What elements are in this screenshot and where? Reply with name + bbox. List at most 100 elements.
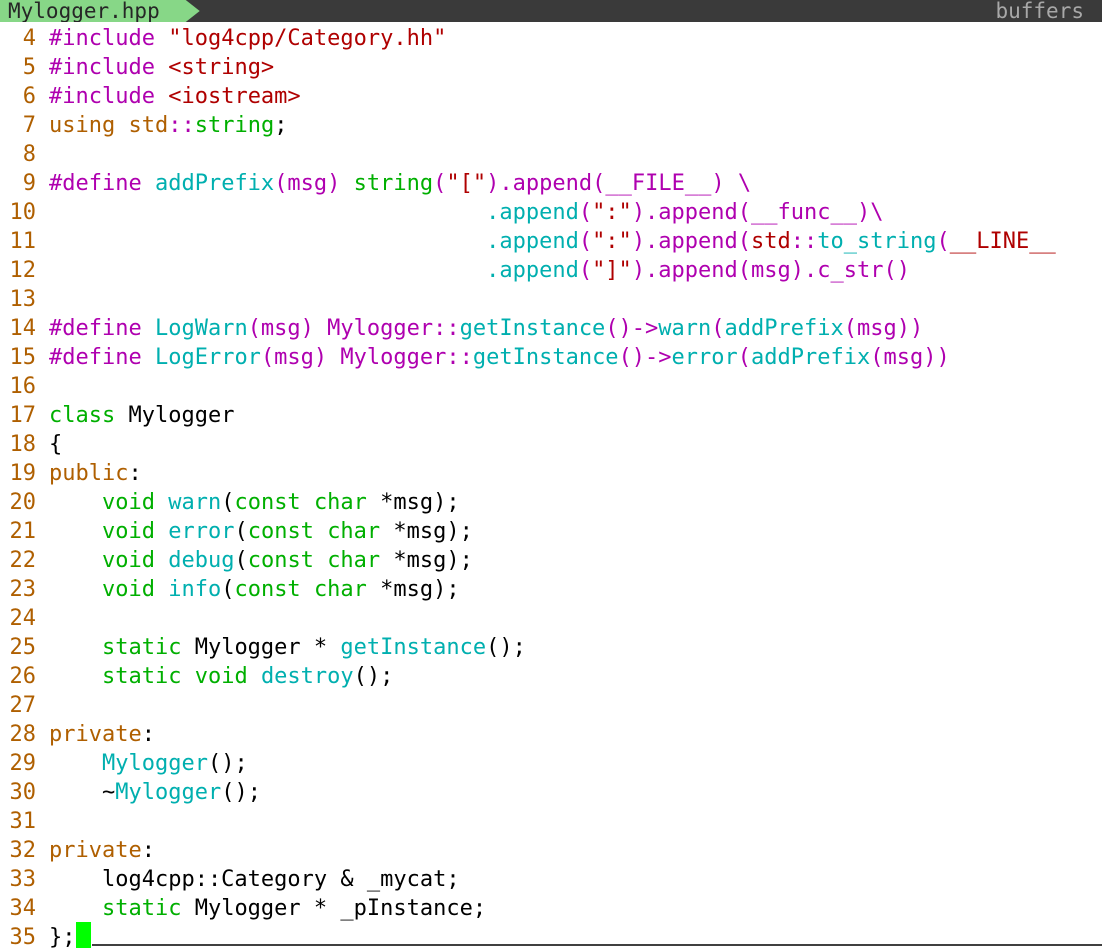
tabline: Mylogger.hpp buffers [0, 0, 1102, 22]
code-token: std [751, 229, 791, 254]
code-token: static [101, 896, 195, 921]
code-line[interactable]: 9 #define addPrefix(msg) string("[").appe… [0, 169, 1102, 198]
code-token: void [101, 490, 169, 515]
code-line[interactable]: 27 [0, 691, 1102, 720]
code-line[interactable]: 16 [0, 372, 1102, 401]
code-token: ( [221, 577, 235, 602]
code-line[interactable]: 22 void debug(const char *msg); [0, 546, 1102, 575]
code-line[interactable]: 29 Mylogger(); [0, 749, 1102, 778]
code-token: <string> [168, 55, 275, 80]
line-source: Mylogger(); [49, 749, 248, 778]
code-token: *msg); [393, 548, 473, 573]
code-token: static [101, 664, 195, 689]
code-line[interactable]: 7 using std::string; [0, 111, 1102, 140]
code-token: : [128, 461, 142, 486]
code-token: ~ [49, 780, 116, 805]
line-source: .append(":").append(__func__)\ [49, 198, 883, 227]
code-token: }; [49, 925, 76, 949]
line-number: 31 [9, 809, 37, 834]
line-source: private: [49, 836, 155, 865]
code-token: log4cpp::Category & _mycat; [49, 867, 460, 892]
code-token: warn [658, 316, 712, 341]
code-token: getInstance [459, 316, 606, 341]
code-token: #include [49, 84, 169, 109]
code-token: LogError [154, 345, 261, 370]
code-token: ( [711, 316, 725, 341]
line-source: .append("]").append(msg).c_str() [49, 256, 910, 285]
code-line[interactable]: 6 #include <iostream> [0, 82, 1102, 111]
line-number: 34 [9, 896, 37, 921]
code-token: : [141, 722, 155, 747]
code-line[interactable]: 14 #define LogWarn(msg) Mylogger::getInst… [0, 314, 1102, 343]
code-token: #include [49, 55, 169, 80]
code-token: ":" [592, 229, 632, 254]
line-number: 16 [9, 374, 37, 399]
code-token: destroy [260, 664, 354, 689]
code-token: ).append( [631, 229, 752, 254]
code-token: LogWarn [154, 316, 248, 341]
code-line[interactable]: 23 void info(const char *msg); [0, 575, 1102, 604]
code-line[interactable]: 25 static Mylogger * getInstance(); [0, 633, 1102, 662]
code-line[interactable]: 10 .append(":").append(__func__)\ [0, 198, 1102, 227]
line-number: 4 [22, 26, 36, 51]
line-source: #define addPrefix(msg) string("[").appen… [49, 169, 751, 198]
code-line[interactable]: 34 static Mylogger * _pInstance; [0, 894, 1102, 923]
line-source: #include "log4cpp/Category.hh" [49, 24, 446, 53]
code-token: char [313, 490, 381, 515]
code-token: string [353, 171, 434, 196]
code-token: info [168, 577, 222, 602]
line-source: static void destroy(); [49, 662, 393, 691]
code-line[interactable]: 24 [0, 604, 1102, 633]
code-line[interactable]: 8 [0, 140, 1102, 169]
tab-mylogger-hpp[interactable]: Mylogger.hpp [0, 0, 200, 22]
line-source: static Mylogger * _pInstance; [49, 894, 486, 923]
code-token: void [101, 519, 169, 544]
code-line[interactable]: 28 private: [0, 720, 1102, 749]
code-token: (msg) Mylogger:: [260, 345, 473, 370]
code-line[interactable]: 5 #include <string> [0, 53, 1102, 82]
code-token: ( [936, 229, 950, 254]
code-line[interactable]: 12 .append("]").append(msg).c_str() [0, 256, 1102, 285]
code-token: const [234, 490, 314, 515]
code-line[interactable]: 4 #include "log4cpp/Category.hh" [0, 24, 1102, 53]
code-token: *msg); [380, 490, 460, 515]
code-line[interactable]: 30 ~Mylogger(); [0, 778, 1102, 807]
code-token: const [247, 548, 328, 573]
code-token: Mylogger * _pInstance; [194, 896, 487, 921]
code-token: ( [221, 490, 235, 515]
code-area[interactable]: 4 #include "log4cpp/Category.hh" 5 #include… [0, 24, 1102, 949]
code-token: "]" [592, 258, 632, 283]
code-token: (); [207, 751, 248, 776]
code-token: using [49, 113, 129, 138]
code-token: addPrefix [751, 345, 871, 370]
code-token: #define [49, 316, 155, 341]
code-token: ).append(msg).c_str() [631, 258, 910, 283]
line-source: void warn(const char *msg); [49, 488, 460, 517]
code-line[interactable]: 17 class Mylogger [0, 401, 1102, 430]
code-line[interactable]: 32 private: [0, 836, 1102, 865]
line-source: public: [49, 459, 142, 488]
code-token: (msg)) [870, 345, 950, 370]
code-line[interactable]: 13 [0, 285, 1102, 314]
line-source: void debug(const char *msg); [49, 546, 473, 575]
code-line[interactable]: 11 .append(":").append(std::to_string(__… [0, 227, 1102, 256]
code-line[interactable]: 19 public: [0, 459, 1102, 488]
code-line[interactable]: 15 #define LogError(msg) Mylogger::getIns… [0, 343, 1102, 372]
code-line[interactable]: 21 void error(const char *msg); [0, 517, 1102, 546]
code-line[interactable]: 18 { [0, 430, 1102, 459]
code-line[interactable]: 33 log4cpp::Category & _mycat; [0, 865, 1102, 894]
code-line[interactable]: 20 void warn(const char *msg); [0, 488, 1102, 517]
code-token: ( [234, 548, 248, 573]
code-token: char [327, 519, 394, 544]
code-token: ).append(__func__)\ [631, 200, 884, 225]
code-token: error [168, 519, 235, 544]
code-token: debug [168, 548, 235, 573]
line-number: 35 [9, 925, 37, 949]
code-token: (); [486, 635, 526, 660]
code-line[interactable]: 31 [0, 807, 1102, 836]
code-line[interactable]: 26 static void destroy(); [0, 662, 1102, 691]
line-source: #define LogError(msg) Mylogger::getInsta… [49, 343, 950, 372]
code-token: (); [221, 780, 261, 805]
